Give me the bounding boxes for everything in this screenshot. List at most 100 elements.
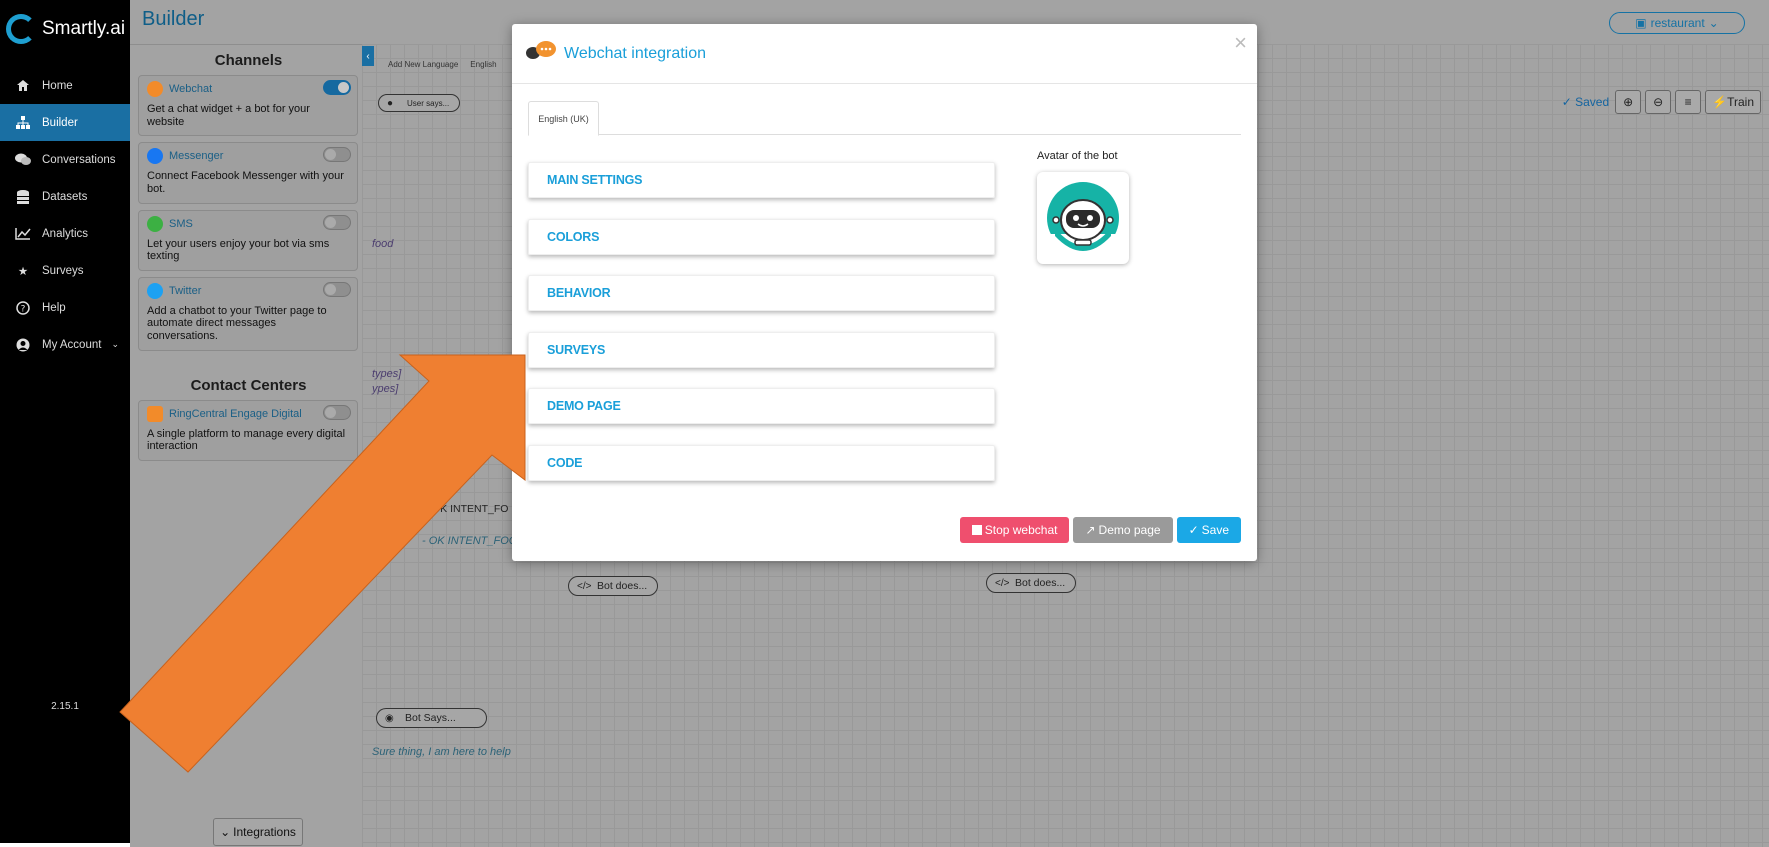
bot-selector[interactable]: ▣ restaurant ⌄ [1609, 12, 1745, 34]
sms-icon [147, 215, 163, 232]
bot-avatar[interactable] [1037, 172, 1129, 264]
channel-name: Webchat [169, 83, 213, 95]
sidebar-item-my-account[interactable]: My Account ⌄ [0, 326, 130, 363]
canvas-toolbar: ✓ Saved ⊕ ⊖ ≡ ⚡ Train [1562, 90, 1761, 114]
question-icon: ? [14, 300, 32, 315]
stop-webchat-button[interactable]: Stop webchat [959, 517, 1070, 543]
channel-name: Messenger [169, 150, 224, 163]
sidebar-item-label: Home [42, 79, 73, 92]
bot-does-node[interactable]: </> Bot does... [568, 576, 659, 596]
ok-intent-node[interactable]: OK INTENT_FO [422, 499, 518, 519]
sidebar-item-home[interactable]: Home [0, 67, 130, 104]
chevron-down-icon: ⌄ [111, 339, 119, 349]
channel-description: Add a chatbot to your Twitter page to au… [147, 304, 327, 343]
train-button[interactable]: ⚡ Train [1705, 90, 1761, 114]
webchat-toggle[interactable] [323, 80, 351, 95]
bot-selector-label: restaurant [1650, 16, 1705, 30]
canvas-annotation: food [372, 238, 394, 250]
sidebar-item-label: Surveys [42, 264, 84, 277]
channel-description: Let your users enjoy your bot via sms te… [147, 237, 330, 263]
section-surveys[interactable]: SURVEYS [528, 331, 995, 368]
sms-toggle[interactable] [323, 214, 351, 230]
bot-does-node[interactable]: </> Bot does... [986, 573, 1077, 593]
canvas-annotation: types] [372, 368, 402, 380]
channel-description: Connect Facebook Messenger with your bot… [147, 170, 344, 195]
user-icon: ● [387, 97, 394, 109]
channel-card-sms[interactable]: SMS Let your users enjoy your bot via sm… [138, 209, 358, 271]
sidebar-item-conversations[interactable]: Conversations [0, 141, 130, 178]
sidebar-item-label: Help [42, 301, 66, 314]
section-behavior[interactable]: BEHAVIOR [528, 275, 995, 311]
modal-tabs: English (UK) [528, 101, 1241, 136]
channel-name: SMS [169, 217, 193, 230]
modal-title: Webchat integration [564, 44, 707, 62]
webchat-icon [147, 81, 163, 97]
close-icon[interactable]: × [1234, 30, 1247, 56]
sidebar-nav: Home Builder Conversations Datasets Anal… [0, 67, 130, 363]
sidebar-item-help[interactable]: ? Help [0, 289, 130, 326]
channel-card-messenger[interactable]: Messenger Connect Facebook Messenger wit… [138, 142, 358, 204]
saved-status: ✓ Saved [1561, 95, 1610, 109]
ringcentral-icon [147, 405, 163, 422]
integrations-button[interactable]: ⌄ Integrations [213, 818, 303, 846]
channel-card-ringcentral[interactable]: RingCentral Engage Digital A single plat… [138, 399, 358, 462]
sidebar-item-label: Builder [42, 116, 78, 129]
demo-page-button[interactable]: ↗ Demo page [1073, 517, 1173, 543]
channel-card-twitter[interactable]: Twitter Add a chatbot to your Twitter pa… [138, 276, 358, 351]
zoom-in-icon: ⊕ [1623, 95, 1634, 109]
sidebar-item-surveys[interactable]: ★ Surveys [0, 252, 130, 289]
collapse-panel-button[interactable]: ‹ [362, 46, 374, 66]
settings-sections: MAIN SETTINGS COLORS BEHAVIOR SURVEYS DE… [528, 162, 995, 501]
chevron-down-icon: ⌄ [220, 825, 231, 839]
sidebar-item-builder[interactable]: Builder [0, 104, 130, 141]
stop-icon [971, 525, 982, 535]
tab-english-uk[interactable]: English (UK) [528, 101, 599, 136]
messenger-toggle[interactable] [323, 147, 351, 163]
logo-icon [6, 14, 36, 44]
external-link-icon: ↗ [1085, 523, 1096, 537]
sidebar-item-label: My Account [42, 338, 102, 351]
channel-description: Get a chat widget + a bot for your websi… [147, 103, 310, 128]
section-colors[interactable]: COLORS [528, 218, 995, 255]
align-icon: ≡ [1684, 95, 1692, 109]
channels-heading: Channels [214, 52, 283, 69]
channels-panel: Channels Webchat Get a chat widget + a b… [136, 44, 361, 804]
twitter-icon [147, 282, 163, 299]
channel-description: A single platform to manage every digita… [147, 427, 346, 453]
database-icon [14, 189, 32, 204]
check-circle-icon: ✓ [1188, 523, 1199, 537]
section-main-settings[interactable]: MAIN SETTINGS [528, 162, 995, 198]
sidebar-item-analytics[interactable]: Analytics [0, 215, 130, 252]
sidebar-item-datasets[interactable]: Datasets [0, 178, 130, 215]
zoom-out-icon: ⊖ [1653, 95, 1664, 109]
zoom-out-button[interactable]: ⊖ [1645, 90, 1672, 114]
channel-card-webchat[interactable]: Webchat Get a chat widget + a bot for yo… [138, 75, 358, 137]
sidebar-item-label: Conversations [42, 153, 116, 166]
ringcentral-toggle[interactable] [323, 404, 351, 420]
home-icon [14, 79, 32, 93]
line-chart-icon [14, 227, 32, 241]
svg-text:?: ? [21, 304, 26, 314]
robot-icon [1047, 182, 1119, 260]
align-button[interactable]: ≡ [1675, 90, 1702, 114]
logo[interactable]: Smartly.ai [6, 14, 125, 44]
bot-says-node[interactable]: ◉ Bot Says... [376, 708, 487, 728]
section-code[interactable]: CODE [528, 444, 995, 481]
comments-icon [14, 153, 32, 167]
channel-name: RingCentral Engage Digital [169, 407, 302, 420]
user-says-node[interactable]: ● User says... [378, 94, 461, 112]
canvas-annotation: Sure thing, I am here to help [372, 746, 511, 758]
code-icon: </> [577, 580, 592, 592]
channel-name: Twitter [169, 284, 202, 297]
tab-english[interactable]: English [464, 50, 502, 77]
modal-header: Webchat integration [512, 24, 1257, 84]
sitemap-icon [14, 116, 32, 130]
zoom-in-button[interactable]: ⊕ [1615, 90, 1642, 114]
contact-centers-heading: Contact Centers [190, 376, 307, 394]
save-button[interactable]: ✓ Save [1176, 517, 1241, 543]
section-demo-page[interactable]: DEMO PAGE [528, 388, 995, 424]
messenger-icon [147, 148, 163, 165]
sidebar-item-label: Analytics [42, 227, 89, 240]
twitter-toggle[interactable] [323, 281, 351, 297]
tab-add-language[interactable]: Add New Language [382, 50, 464, 77]
